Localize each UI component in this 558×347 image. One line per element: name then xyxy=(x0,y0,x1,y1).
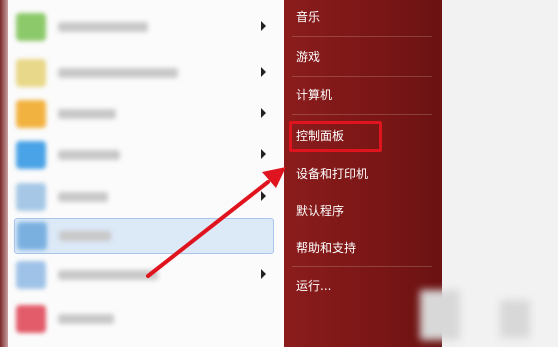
arrow-shaft xyxy=(146,180,270,278)
annotation-arrow xyxy=(146,167,286,278)
